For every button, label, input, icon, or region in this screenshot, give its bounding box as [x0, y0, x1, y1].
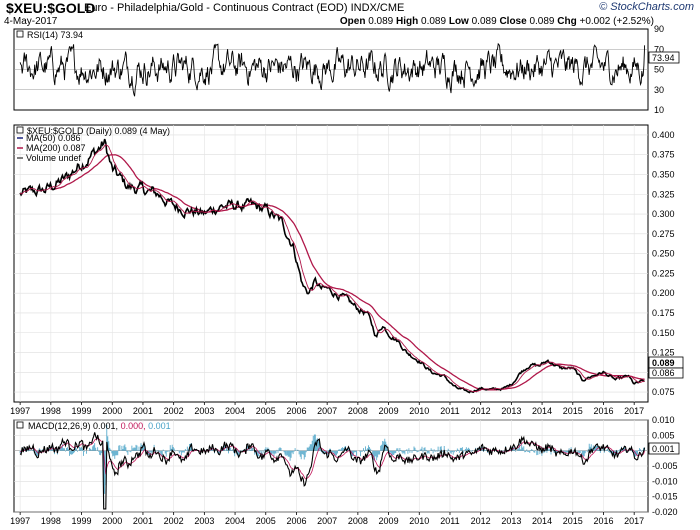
x-tick-label: 2002 [164, 516, 184, 526]
chart-canvas: RSI(14) 73.94 9070503010 73.94 $XEU:$GOL… [10, 24, 684, 526]
x-tick-label: 2000 [102, 406, 122, 416]
price-tick-label: 0.325 [652, 189, 675, 199]
price-tick-label: 0.375 [652, 150, 675, 160]
macd-panel-label: MACD(12,26,9) 0.001, 0.000, 0.001 [16, 421, 171, 431]
price-tick-label: 0.125 [652, 348, 675, 358]
ma-current-badge: 0.086 [648, 367, 684, 379]
rsi-label-text: RSI(14) 73.94 [27, 30, 83, 40]
x-tick-label: 2007 [317, 516, 337, 526]
rsi-panel: RSI(14) 73.94 9070503010 73.94 [13, 24, 680, 115]
x-tick-label: 1998 [41, 516, 61, 526]
x-tick-label: 1999 [72, 406, 92, 416]
price-tick-label: 0.300 [652, 209, 675, 219]
x-tick-label: 2001 [133, 406, 153, 416]
rsi-tick-label: 30 [654, 85, 664, 95]
rsi-tick-label: 50 [654, 65, 664, 75]
price-frame [13, 124, 649, 403]
x-tick-label: 2009 [379, 516, 399, 526]
x-tick-label: 2013 [501, 406, 521, 416]
price-tick-label: 0.200 [652, 288, 675, 298]
x-tick-label: 2013 [501, 516, 521, 526]
x-tick-label: 1998 [41, 406, 61, 416]
macd-label-signal: 0.000, [121, 421, 146, 431]
macd-badge-text: 0.001 [652, 444, 675, 454]
macd-current-badge: 0.001 [648, 442, 680, 455]
x-tick-label: 2010 [409, 406, 429, 416]
rsi-current-badge: 73.94 [648, 51, 680, 64]
macd-label-text: MACD(12,26,9) 0.001, 0.000, 0.001 [28, 421, 171, 431]
macd-tick-label: 0.005 [652, 430, 675, 440]
x-tick-label: 1997 [10, 516, 30, 526]
x-tick-label: 2011 [440, 516, 459, 526]
x-tick-label: 2015 [563, 516, 583, 526]
price-tick-label: 0.275 [652, 229, 675, 239]
x-tick-label: 2002 [164, 406, 184, 416]
x-tick-label: 2005 [256, 516, 276, 526]
rsi-panel-label: RSI(14) 73.94 [16, 30, 83, 40]
macd-axis: 0.0100.0050.000-0.005-0.010-0.015-0.020 [652, 415, 678, 517]
x-tick-label: 1999 [72, 516, 92, 526]
price-tick-label: 0.175 [652, 308, 675, 318]
x-tick-label: 2001 [133, 516, 153, 526]
x-tick-label: 2000 [102, 516, 122, 526]
x-tick-label: 2006 [286, 516, 306, 526]
macd-label-hist: 0.001 [148, 421, 171, 431]
x-tick-label: 2003 [194, 406, 214, 416]
price-tick-label: 0.150 [652, 328, 675, 338]
x-tick-label: 2007 [317, 406, 337, 416]
macd-tick-label: -0.010 [652, 476, 678, 486]
x-tick-label: 2008 [348, 406, 368, 416]
x-tick-label: 2003 [194, 516, 214, 526]
macd-tick-label: 0.010 [652, 415, 675, 425]
x-tick-label: 2011 [440, 406, 459, 416]
price-tick-label: 0.350 [652, 169, 675, 179]
x-tick-label: 2008 [348, 516, 368, 526]
price-current-badge: 0.089 [648, 356, 684, 369]
x-tick-label: 2012 [471, 406, 491, 416]
x-axis-middle: 1997 1998 1999 2000 2001 2002 2003 2004 2005 2006… [10, 402, 644, 416]
x-tick-label: 2006 [286, 406, 306, 416]
x-tick-label: 2014 [532, 516, 552, 526]
x-tick-label: 2009 [379, 406, 399, 416]
x-tick-label: 2017 [624, 516, 644, 526]
rsi-tick-label: 10 [654, 105, 664, 115]
price-tick-label: 0.225 [652, 268, 675, 278]
price-tick-label: 0.400 [652, 130, 675, 140]
x-tick-label: 2005 [256, 406, 276, 416]
ma-badge-text: 0.086 [652, 368, 675, 378]
x-tick-label: 1997 [10, 406, 30, 416]
macd-label-value: MACD(12,26,9) 0.001, [28, 421, 118, 431]
x-tick-label: 2015 [563, 406, 583, 416]
x-axis-bottom: 1997 1998 1999 2000 2001 2002 2003 2004 2005 2006… [10, 512, 644, 526]
macd-tick-label: -0.020 [652, 507, 678, 517]
macd-panel: MACD(12,26,9) 0.001, 0.000, 0.001 0.010 0… [13, 415, 680, 517]
rsi-label-marker [16, 30, 24, 38]
legend-item-label: Volume undef [26, 153, 82, 163]
price-legend: MA(50) 0.086MA(200) 0.087Volume undef [17, 133, 86, 163]
x-tick-label: 2004 [225, 516, 245, 526]
price-tick-label: 0.250 [652, 249, 675, 259]
price-label-marker [16, 126, 24, 134]
x-tick-label: 2017 [624, 406, 644, 416]
x-tick-label: 2016 [593, 516, 613, 526]
rsi-axis: 9070503010 [654, 24, 664, 115]
x-tick-label: 2004 [225, 406, 245, 416]
x-tick-label: 2012 [471, 516, 491, 526]
legend-item-label: MA(50) 0.086 [26, 133, 81, 143]
price-badge-text: 0.089 [652, 358, 675, 368]
legend-item-label: MA(200) 0.087 [26, 143, 86, 153]
x-tick-label: 2014 [532, 406, 552, 416]
macd-tick-label: -0.005 [652, 461, 678, 471]
price-tick-label: 0.075 [652, 387, 675, 397]
price-panel: $XEU:$GOLD (Daily) 0.089 (4 May) MA(50) … [13, 124, 684, 403]
x-tick-label: 2010 [409, 516, 429, 526]
rsi-tick-label: 90 [654, 24, 664, 34]
macd-tick-label: -0.015 [652, 492, 678, 502]
rsi-badge-text: 73.94 [652, 53, 675, 63]
x-tick-label: 2016 [593, 406, 613, 416]
macd-label-marker [16, 421, 24, 429]
